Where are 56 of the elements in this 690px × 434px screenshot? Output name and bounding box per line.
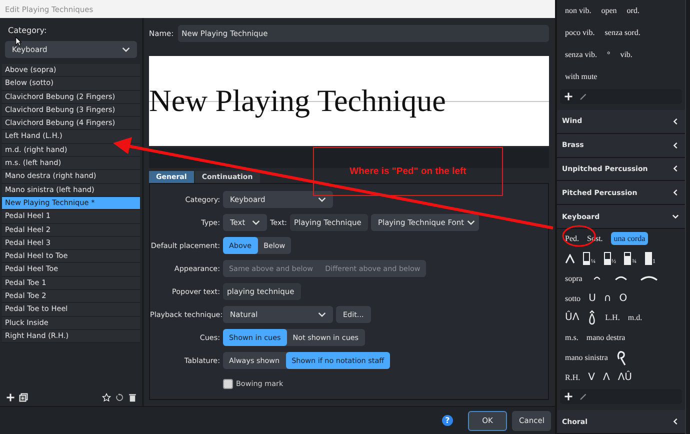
pencil-icon[interactable] bbox=[579, 92, 588, 102]
palette-item[interactable]: mano sinistra bbox=[565, 353, 608, 362]
add-icon[interactable] bbox=[6, 393, 15, 402]
delete-icon[interactable] bbox=[128, 393, 137, 402]
palette-item[interactable]: poco vib. bbox=[565, 28, 595, 38]
chevron-icon bbox=[318, 197, 326, 202]
palette-item[interactable]: U bbox=[588, 292, 596, 304]
chevron-icon bbox=[672, 418, 679, 426]
palette-item[interactable]: sotto bbox=[565, 294, 581, 303]
palette-item[interactable]: L.H. bbox=[605, 313, 620, 322]
palette-item[interactable]: non vib. bbox=[565, 6, 592, 16]
palette-item[interactable]: R.H. bbox=[565, 372, 580, 382]
palette-item[interactable]: Ped. bbox=[565, 234, 579, 244]
chevron-icon bbox=[467, 220, 476, 225]
palette-item[interactable]: with mute bbox=[565, 72, 598, 81]
drop-icon[interactable] bbox=[587, 310, 598, 326]
chevron-icon bbox=[672, 165, 679, 172]
palette-item[interactable]: sopra bbox=[565, 274, 582, 283]
chevron-icon bbox=[672, 142, 679, 149]
category-label: Category: bbox=[8, 26, 48, 35]
palette-item[interactable]: open bbox=[601, 6, 617, 16]
palette-item[interactable]: O bbox=[619, 292, 628, 304]
palette-item[interactable]: ° bbox=[607, 50, 610, 59]
chevron-icon bbox=[672, 118, 679, 125]
add-icon[interactable] bbox=[564, 392, 573, 402]
palette-item[interactable]: ord. bbox=[626, 6, 640, 16]
palette-item[interactable]: mano destra bbox=[586, 333, 626, 342]
palette-item[interactable]: m.s. bbox=[565, 333, 578, 342]
caret-icon[interactable] bbox=[565, 254, 575, 264]
hook-icon[interactable] bbox=[616, 350, 626, 366]
palette-item[interactable]: senza vib. bbox=[565, 50, 597, 59]
callout-text: Where is "Ped" on the left bbox=[350, 166, 466, 178]
cursor-icon bbox=[15, 36, 22, 47]
palette-item[interactable]: V bbox=[588, 372, 595, 383]
palette-item[interactable]: ΛÛ bbox=[618, 372, 632, 383]
chevron-icon bbox=[672, 213, 679, 220]
chevron-icon bbox=[252, 220, 260, 225]
duplicate-icon[interactable] bbox=[19, 393, 28, 402]
palette-item[interactable]: vib. bbox=[620, 50, 632, 59]
palette-item[interactable]: ÛΛ bbox=[565, 312, 580, 324]
chevron-icon bbox=[672, 189, 679, 196]
arc-icon[interactable] bbox=[638, 273, 660, 284]
palette-item[interactable]: una corda bbox=[610, 232, 648, 246]
chevron-icon bbox=[318, 312, 326, 317]
chevron-icon bbox=[122, 47, 130, 52]
add-icon[interactable] bbox=[564, 92, 573, 102]
preview-text: New Playing Technique bbox=[149, 83, 446, 119]
star-icon[interactable] bbox=[102, 393, 111, 402]
pencil-icon[interactable] bbox=[579, 392, 588, 402]
palette-item[interactable]: m.d. bbox=[628, 313, 642, 322]
help-button[interactable]: ? bbox=[442, 415, 453, 426]
palette-item[interactable]: senza sord. bbox=[604, 28, 640, 38]
checkbox[interactable] bbox=[223, 378, 233, 388]
palette-item[interactable]: Λ bbox=[602, 372, 610, 383]
palette-item[interactable]: ∩ bbox=[604, 292, 612, 304]
reset-icon[interactable] bbox=[115, 393, 124, 402]
